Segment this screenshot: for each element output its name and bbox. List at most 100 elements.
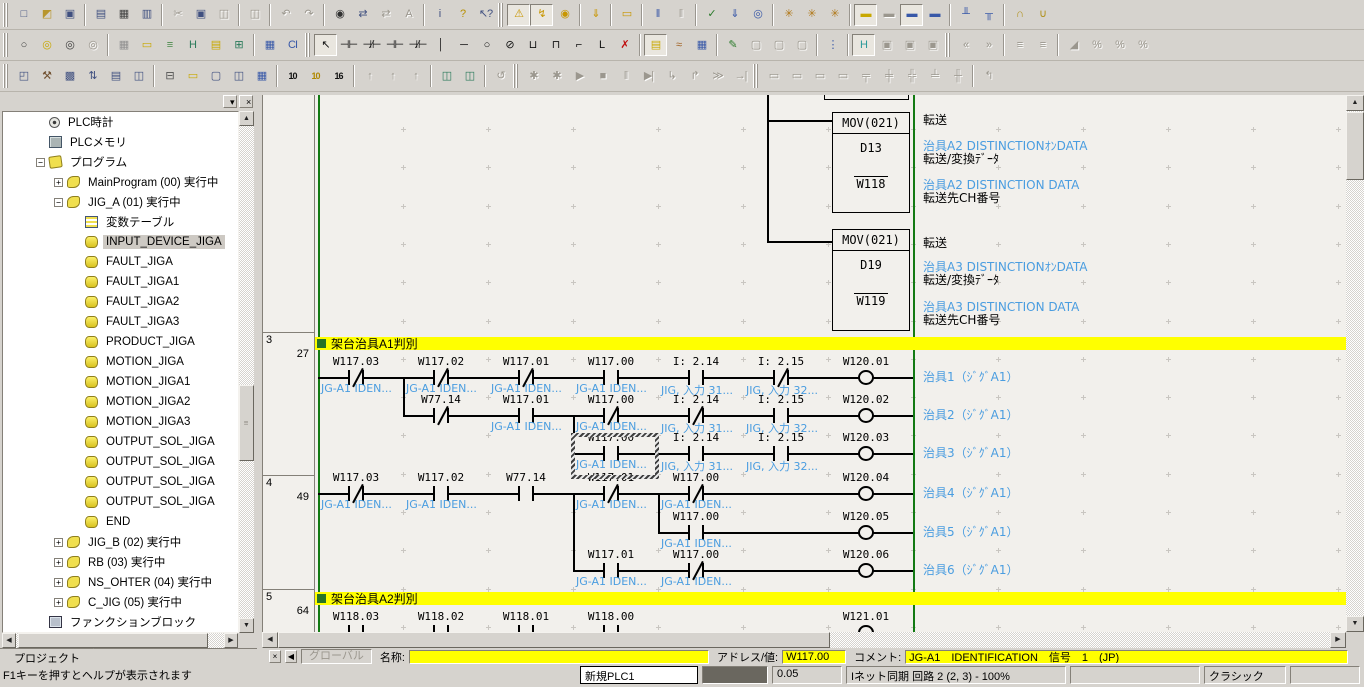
address-value-input[interactable] — [782, 650, 846, 664]
scroll-left-button[interactable]: ◀ — [2, 633, 16, 648]
display-decimal-button[interactable]: 10 — [281, 65, 304, 87]
toolbar-drag-handle[interactable] — [3, 33, 8, 57]
tree-item[interactable]: FAULT_JIGA3 — [3, 312, 238, 332]
rung-comment-bar[interactable]: 架台治具A2判別 — [315, 592, 1346, 605]
ladder-horizontal-scrollbar[interactable]: ◀▶ — [262, 632, 1346, 648]
select-mode-button[interactable]: ↖ — [314, 34, 337, 56]
tree-item[interactable]: PLCメモリ — [3, 132, 238, 152]
tree-expander-plus-icon[interactable]: + — [54, 558, 63, 567]
cross-reference-button[interactable]: ⇅ — [81, 65, 104, 87]
display-signed-button[interactable]: 10 — [304, 65, 327, 87]
tree-item[interactable]: +NS_OHTER (04) 実行中 — [3, 572, 238, 592]
window-mode-3-button[interactable]: ▬ — [900, 4, 923, 26]
stack-view-button[interactable]: ≈ — [667, 34, 690, 56]
display-hex-button[interactable]: 16 — [327, 65, 350, 87]
tree-item[interactable]: OUTPUT_SOL_JIGA — [3, 432, 238, 452]
contact-no[interactable] — [348, 625, 364, 632]
instruction-entry-button[interactable]: L — [590, 34, 613, 56]
open-file-button[interactable]: ◩ — [35, 4, 58, 26]
binary-grid-button[interactable]: ▦ — [250, 65, 273, 87]
find-button[interactable]: ◉ — [328, 4, 351, 26]
online-save-button[interactable]: ◫ — [435, 65, 458, 87]
output-coil[interactable] — [858, 525, 874, 540]
tree-item[interactable]: +C_JIG (05) 実行中 — [3, 592, 238, 612]
print-preview-button[interactable]: ▥ — [135, 4, 158, 26]
tree-item[interactable]: PLC時計 — [3, 112, 238, 132]
output-window-button[interactable]: ▤ — [104, 65, 127, 87]
instruction-block-partial[interactable] — [824, 95, 909, 100]
tree-vertical-scrollbar[interactable]: ▲≡▼ — [239, 111, 254, 633]
about-button[interactable]: i — [428, 4, 451, 26]
tree-item[interactable]: FAULT_JIGA2 — [3, 292, 238, 312]
contact-no[interactable] — [433, 625, 449, 632]
page-setup-button[interactable]: ▤ — [89, 4, 112, 26]
zoom-tool-button[interactable]: ○ — [12, 34, 35, 56]
scrollbar-thumb[interactable] — [278, 632, 830, 648]
time-chart-button[interactable]: ╥ — [977, 4, 1000, 26]
tree-item[interactable]: MOTION_JIGA3 — [3, 412, 238, 432]
calendar-view-button[interactable]: ▦ — [690, 34, 713, 56]
scrollbar-thumb[interactable] — [18, 633, 208, 648]
tree-expander-plus-icon[interactable]: + — [54, 578, 63, 587]
vertical-line-button[interactable]: │ — [429, 34, 452, 56]
panel-close-button[interactable]: × — [239, 95, 253, 108]
scrollbar-track[interactable] — [239, 111, 254, 633]
watch-window-button[interactable]: ▩ — [58, 65, 81, 87]
contact-or-button[interactable]: ⊣⊢ — [383, 34, 406, 56]
save-file-button[interactable]: ▣ — [58, 4, 81, 26]
coil-tool-button[interactable]: ○ — [475, 34, 498, 56]
online-save-2-button[interactable]: ◫ — [458, 65, 481, 87]
tree-item[interactable]: INPUT_DEVICE_JIGA — [3, 232, 238, 252]
toolbar-drag-handle[interactable] — [513, 64, 518, 88]
tree-item[interactable]: OUTPUT_SOL_JIGA — [3, 472, 238, 492]
scroll-right-button[interactable]: ▶ — [224, 633, 238, 648]
program-compare-button[interactable]: ◎ — [746, 4, 769, 26]
context-help-button[interactable]: ↖? — [474, 4, 497, 26]
watch-close-button[interactable]: × — [269, 650, 281, 663]
contact-no[interactable] — [603, 625, 619, 632]
horizontal-line-button[interactable]: ─ — [452, 34, 475, 56]
memory-edit-button[interactable]: ▭ — [181, 65, 204, 87]
delete-element-button[interactable]: ✗ — [613, 34, 636, 56]
tree-item[interactable]: +RB (03) 実行中 — [3, 552, 238, 572]
watch-back-button[interactable]: ◀ — [285, 650, 297, 663]
tree-item[interactable]: −JIG_A (01) 実行中 — [3, 192, 238, 212]
nest-view-button[interactable]: ⊞ — [227, 34, 250, 56]
symbol-edit-button[interactable]: ✎ — [721, 34, 744, 56]
program-check-button[interactable]: ✓ — [700, 4, 723, 26]
tree-item[interactable]: MOTION_JIGA2 — [3, 392, 238, 412]
print-button[interactable]: ▦ — [112, 4, 135, 26]
work-online-button[interactable]: ⚠ — [507, 4, 530, 26]
tree-item[interactable]: 変数テーブル — [3, 212, 238, 232]
scroll-down-button[interactable]: ▼ — [1346, 616, 1364, 632]
tree-item[interactable]: OUTPUT_SOL_JIGA — [3, 452, 238, 472]
zoom-in-button[interactable]: ◎ — [35, 34, 58, 56]
scroll-right-button[interactable]: ▶ — [1330, 632, 1346, 648]
comment-edit-button[interactable]: ▭ — [135, 34, 158, 56]
grid-toggle-button[interactable]: ▦ — [112, 34, 135, 56]
io-comment-button[interactable]: H — [181, 34, 204, 56]
tree-item[interactable]: MOTION_JIGA1 — [3, 372, 238, 392]
coil-nc-tool-button[interactable]: ⊘ — [498, 34, 521, 56]
transfer-warning-button[interactable]: ⇓ — [584, 4, 607, 26]
contact-no-button[interactable]: ⊣⊢ — [337, 34, 360, 56]
protect-release-button[interactable]: ∪ — [1031, 4, 1054, 26]
tree-item[interactable]: ファンクションブロック — [3, 612, 238, 632]
scrollbar-thumb[interactable] — [1346, 112, 1364, 180]
contact-no[interactable] — [518, 625, 534, 632]
page-fold-button[interactable]: ▢ — [204, 65, 227, 87]
monitor-warning-button[interactable]: ▭ — [615, 4, 638, 26]
replace-button[interactable]: ⇄ — [351, 4, 374, 26]
scrollbar-thumb[interactable]: ≡ — [239, 385, 254, 461]
output-coil[interactable] — [858, 408, 874, 423]
rung-list-button[interactable]: ≡ — [158, 34, 181, 56]
tree-item[interactable]: +JIG_B (02) 実行中 — [3, 532, 238, 552]
reset-instruction-button[interactable]: ⊓ — [544, 34, 567, 56]
ladder-diagram-editor[interactable]: 327449564MOV(021)D13W118転送治具A2 DISTINCTI… — [262, 95, 1346, 632]
symbol-bar-button[interactable]: ▤ — [204, 34, 227, 56]
ci-view-button[interactable]: CI — [281, 34, 304, 56]
contact-or-nc-button[interactable]: ⊣∕⊢ — [406, 34, 429, 56]
tree-item[interactable]: OUTPUT_SOL_JIGA — [3, 492, 238, 512]
find-monitor-button[interactable]: ✳ — [823, 4, 846, 26]
toolbar-drag-handle[interactable] — [305, 33, 310, 57]
